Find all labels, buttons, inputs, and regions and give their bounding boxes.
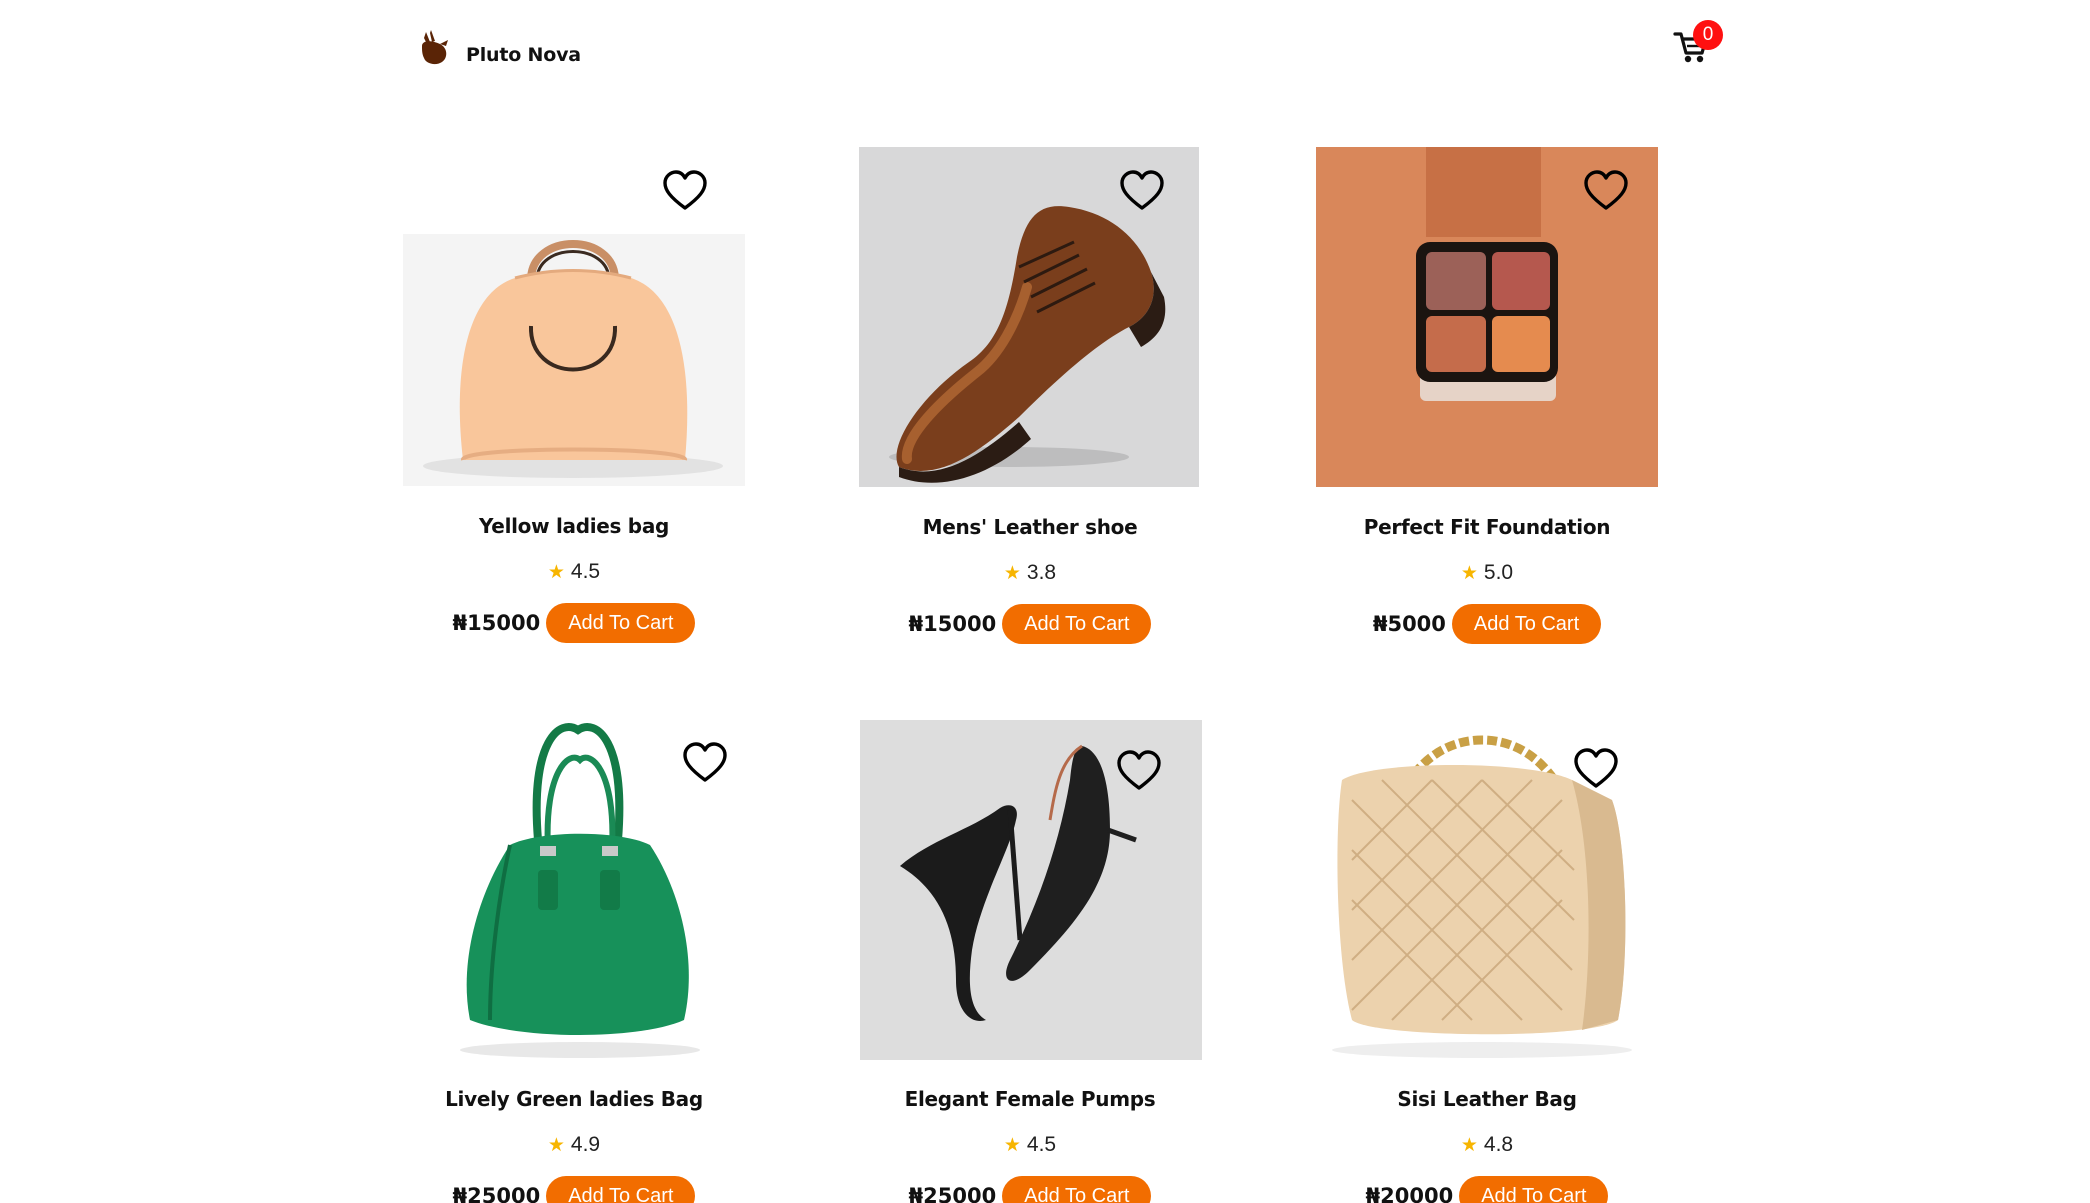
rating-value: 4.5 [1026, 1133, 1057, 1156]
rating-value: 4.5 [570, 560, 601, 583]
price-row: ₦20000 Add To Cart [1257, 1176, 1717, 1203]
product-rating: ★ 4.5 [800, 1133, 1260, 1157]
product-rating: ★ 4.9 [344, 1133, 804, 1157]
product-rating: ★ 4.5 [344, 560, 804, 584]
brand-name: Pluto Nova [466, 44, 581, 66]
product-price: ₦20000 [1365, 1184, 1454, 1203]
add-to-cart-button[interactable]: Add To Cart [546, 1176, 696, 1203]
logo-icon [422, 30, 448, 65]
product-image[interactable] [403, 234, 745, 486]
product-price: ₦25000 [452, 1184, 541, 1203]
star-icon: ★ [1003, 1135, 1021, 1156]
favorite-heart-icon[interactable] [1119, 170, 1165, 212]
product-image[interactable] [440, 720, 708, 1060]
favorite-heart-icon[interactable] [682, 742, 728, 784]
rating-value: 5.0 [1483, 561, 1514, 584]
add-to-cart-button[interactable]: Add To Cart [1002, 1176, 1152, 1203]
star-icon: ★ [1460, 1135, 1478, 1156]
product-rating: ★ 5.0 [1257, 561, 1717, 585]
product-price: ₦25000 [908, 1184, 997, 1203]
rating-value: 4.8 [1483, 1133, 1514, 1156]
price-row: ₦25000 Add To Cart [800, 1176, 1260, 1203]
product-name[interactable]: Lively Green ladies Bag [344, 1087, 804, 1111]
price-row: ₦25000 Add To Cart [344, 1176, 804, 1203]
rating-value: 3.8 [1026, 561, 1057, 584]
product-page: Pluto Nova 0 Yellow ladies bag ★ 4.5 ₦15… [0, 0, 2090, 1203]
star-icon: ★ [547, 1135, 565, 1156]
favorite-heart-icon[interactable] [1116, 750, 1162, 792]
product-price: ₦15000 [452, 611, 541, 635]
add-to-cart-button[interactable]: Add To Cart [1002, 604, 1152, 644]
star-icon: ★ [1460, 563, 1478, 584]
cart-button[interactable]: 0 [1672, 20, 1723, 66]
price-row: ₦15000 Add To Cart [344, 603, 804, 643]
cart-count-badge: 0 [1693, 20, 1723, 50]
product-name[interactable]: Elegant Female Pumps [800, 1087, 1260, 1111]
product-price: ₦15000 [908, 612, 997, 636]
price-row: ₦5000 Add To Cart [1257, 604, 1717, 644]
product-rating: ★ 4.8 [1257, 1133, 1717, 1157]
brand[interactable]: Pluto Nova [418, 28, 581, 68]
add-to-cart-button[interactable]: Add To Cart [1451, 604, 1602, 644]
product-name[interactable]: Mens' Leather shoe [800, 515, 1260, 539]
star-icon: ★ [1003, 563, 1021, 584]
rating-value: 4.9 [570, 1133, 601, 1156]
product-price: ₦5000 [1372, 612, 1446, 636]
add-to-cart-button[interactable]: Add To Cart [1459, 1176, 1609, 1203]
star-icon: ★ [547, 562, 565, 583]
product-rating: ★ 3.8 [800, 561, 1260, 585]
favorite-heart-icon[interactable] [1583, 170, 1629, 212]
product-name[interactable]: Sisi Leather Bag [1257, 1087, 1717, 1111]
product-name[interactable]: Yellow ladies bag [344, 514, 804, 538]
product-name[interactable]: Perfect Fit Foundation [1257, 515, 1717, 539]
price-row: ₦15000 Add To Cart [800, 604, 1260, 644]
favorite-heart-icon[interactable] [662, 170, 708, 212]
add-to-cart-button[interactable]: Add To Cart [546, 603, 696, 643]
favorite-heart-icon[interactable] [1573, 748, 1619, 790]
